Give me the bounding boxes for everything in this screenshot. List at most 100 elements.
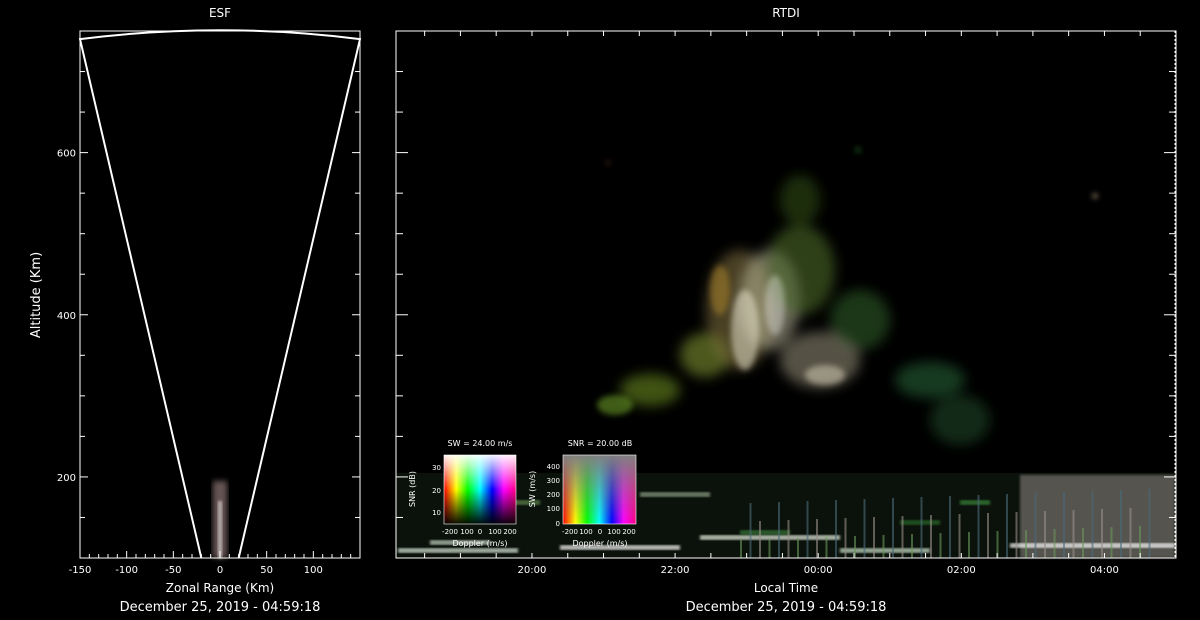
- snr-legend-xtick: 0: [598, 528, 602, 536]
- sw-legend-xtick: 0: [478, 528, 482, 536]
- rtdi-echo-column: [1015, 512, 1018, 558]
- rtdi-echo-column: [939, 533, 942, 558]
- rtdi-echo-column: [759, 521, 761, 558]
- sw-legend-ytick: 10: [432, 509, 441, 517]
- sw-legend-xlabel: Doppler (m/s): [452, 539, 507, 548]
- rtdi-echo-column: [1120, 490, 1122, 558]
- rtdi-echo-column: [1082, 528, 1084, 558]
- rtdi-echo-column: [949, 496, 951, 558]
- rtdi-echo-streak: [640, 492, 710, 497]
- rtdi-echo-column: [1053, 529, 1056, 558]
- esf-x-tick-label: -100: [115, 565, 138, 576]
- esf-x-tick-label: 50: [260, 565, 273, 576]
- rtdi-plume: [620, 175, 990, 445]
- rtdi-echo-column: [1110, 527, 1113, 558]
- rtdi-echo-column: [825, 537, 828, 558]
- rtdi-echo-column: [740, 540, 742, 558]
- rtdi-timestamp: December 25, 2019 - 04:59:18: [686, 600, 887, 615]
- rtdi-echo-column: [968, 532, 970, 558]
- sw-legend-xtick: -200: [442, 528, 458, 536]
- snr-legend-ytick: 0: [556, 520, 560, 528]
- rtdi-echo-column: [749, 503, 752, 558]
- rtdi-x-tick-label: 02:00: [947, 565, 976, 576]
- rtdi-x-tick-label: 22:00: [661, 565, 690, 576]
- esf-x-tick-label: 100: [304, 565, 323, 576]
- sw-legend-ytick: 30: [432, 464, 441, 472]
- esf-fan-outline: [78, 29, 362, 559]
- rtdi-echo-column: [768, 539, 771, 558]
- rtdi-echo-column: [806, 501, 809, 558]
- rtdi-echo-streak: [840, 548, 930, 553]
- rtdi-echo-column: [816, 519, 818, 558]
- rtdi-echo-column: [863, 499, 866, 558]
- rtdi-x-axis-label: Local Time: [754, 581, 818, 595]
- rtdi-echo-column: [778, 502, 780, 558]
- sw-legend-ytick: 20: [432, 487, 441, 495]
- rtdi-echo-column: [901, 516, 904, 558]
- rtdi-echo-column: [797, 538, 799, 558]
- rtdi-echo-column: [844, 518, 847, 558]
- rtdi-x-tick-label: 04:00: [1090, 565, 1119, 576]
- esf-x-tick-label: 0: [217, 565, 223, 576]
- rtdi-echo-column: [835, 500, 837, 558]
- esf-title: ESF: [209, 6, 231, 20]
- rtdi-echo-streak: [740, 530, 790, 535]
- rtdi-echo-column: [1006, 494, 1008, 558]
- sw-legend-ylabel: SNR (dB): [408, 471, 417, 507]
- rtdi-x-tick-label: 20:00: [518, 565, 547, 576]
- esf-y-tick-label: 400: [57, 311, 76, 322]
- esf-echo: [212, 480, 228, 558]
- rtdi-echo-column: [958, 514, 961, 558]
- rtdi-echo-streak: [900, 520, 940, 525]
- rtdi-echo-column: [1148, 489, 1151, 558]
- figure: ESF -150 -100 -50 0 50 100 200400600 Zonal Ra…: [29, 6, 1177, 615]
- rtdi-echo-column: [1072, 510, 1075, 558]
- esf-x-tick-label: -50: [165, 565, 181, 576]
- rtdi-echo-column: [987, 513, 989, 558]
- sw-legend-xtick: 100: [460, 528, 473, 536]
- rtdi-echo-column: [1063, 492, 1065, 558]
- rtdi-echo-column: [892, 498, 894, 558]
- rtdi-panel: RTDI 20:00 22:00 00:00 02:00 04:00 Local…: [395, 6, 1177, 615]
- sw-legend-colormap: [444, 455, 516, 524]
- rtdi-echo-column: [920, 497, 923, 558]
- esf-y-axis-label: Altitude (Km): [29, 252, 44, 338]
- rtdi-echo-column: [930, 515, 932, 558]
- esf-y-tick-label: 600: [57, 149, 76, 160]
- rtdi-echo-column: [873, 517, 875, 558]
- esf-panel: ESF -150 -100 -50 0 50 100 200 400 600 Zonal Ra…: [29, 6, 362, 615]
- rtdi-echo-column: [1091, 491, 1094, 558]
- rtdi-echo-column: [787, 520, 790, 558]
- rtdi-echo-streak: [398, 548, 518, 553]
- snr-legend-ylabel: SW (m/s): [528, 471, 537, 507]
- esf-y-tick-label: 200: [57, 473, 76, 484]
- rtdi-echo-column: [1034, 493, 1037, 558]
- snr-legend-ytick: 200: [547, 491, 560, 499]
- snr-legend-xlabel: Doppler (m/s): [572, 539, 627, 548]
- rtdi-echo-streak: [960, 500, 990, 505]
- sw-legend-title: SW = 24.00 m/s: [448, 439, 513, 448]
- rtdi-echo-column: [1044, 511, 1046, 558]
- snr-legend-ytick: 400: [547, 463, 560, 471]
- snr-legend-xtick: 100: [607, 528, 620, 536]
- snr-legend-xtick: -200: [562, 528, 578, 536]
- rtdi-x-tick-label: 00:00: [804, 565, 833, 576]
- snr-legend-ytick: 300: [547, 477, 560, 485]
- esf-y-axis: 200 400 600: [57, 30, 360, 518]
- sw-legend-xtick: 100: [488, 528, 501, 536]
- esf-echo-core: [217, 500, 223, 558]
- rtdi-echo-column: [1025, 530, 1027, 558]
- rtdi-echo-column: [911, 534, 913, 558]
- rtdi-title: RTDI: [772, 6, 800, 20]
- snr-legend-xtick: 100: [579, 528, 592, 536]
- sw-legend-xtick: 200: [503, 528, 516, 536]
- esf-x-tick-label: -150: [69, 565, 92, 576]
- rtdi-echo-column: [1101, 509, 1103, 558]
- snr-legend-ytick: 100: [547, 505, 560, 513]
- esf-timestamp: December 25, 2019 - 04:59:18: [120, 600, 321, 615]
- rtdi-echo-column: [882, 535, 885, 558]
- esf-x-axis-label: Zonal Range (Km): [166, 581, 274, 595]
- snr-legend-colormap: [563, 455, 636, 524]
- snr-legend-xtick: 200: [622, 528, 635, 536]
- esf-plot-frame: [79, 30, 361, 559]
